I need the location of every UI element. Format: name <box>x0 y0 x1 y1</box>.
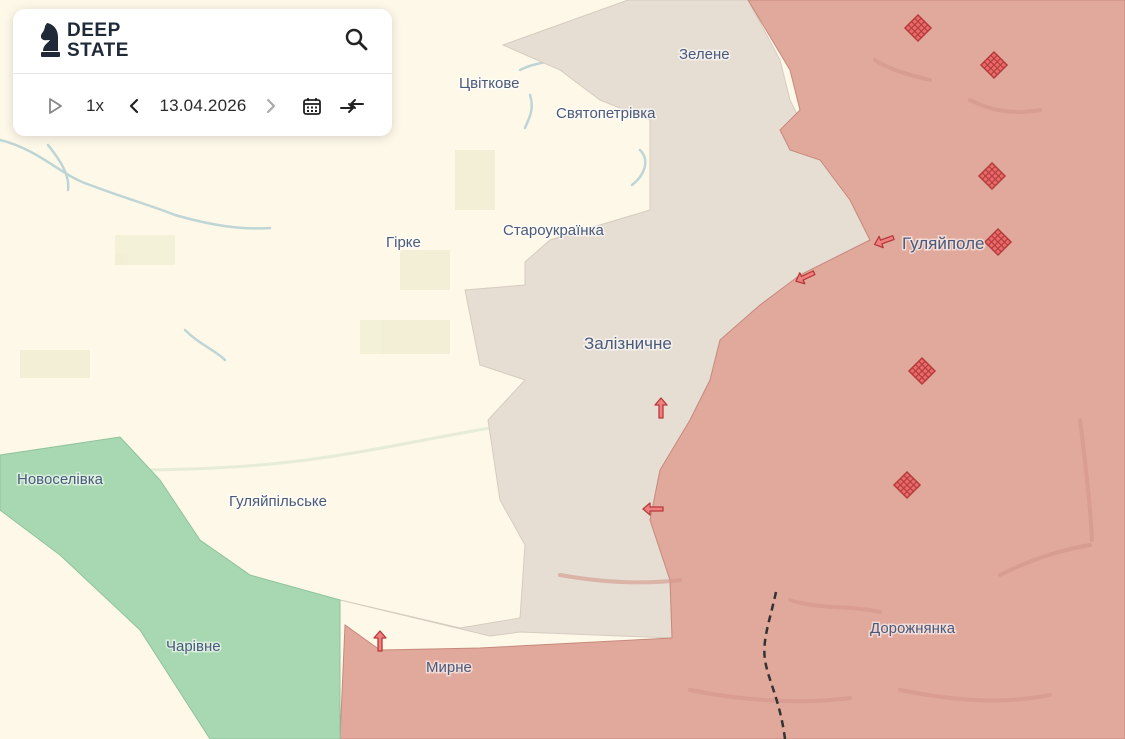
search-button[interactable] <box>344 27 370 53</box>
next-date-button[interactable] <box>261 89 281 123</box>
search-icon <box>345 28 368 51</box>
compare-button[interactable] <box>338 89 366 123</box>
prev-date-button[interactable] <box>124 89 144 123</box>
logo-text: DEEP STATE <box>67 21 129 61</box>
place-label: Гуляйполе <box>902 234 984 253</box>
place-label: Цвіткове <box>459 75 519 92</box>
place-label: Святопетрівка <box>556 105 656 122</box>
play-button[interactable] <box>43 89 67 123</box>
place-label: Староукраїнка <box>503 222 604 239</box>
place-label: Зелене <box>679 46 730 63</box>
play-icon <box>49 98 62 114</box>
logo-line1: DEEP <box>67 20 121 41</box>
speed-button[interactable]: 1x <box>83 89 107 123</box>
logo-line2: STATE <box>67 40 129 61</box>
place-label: Гірке <box>386 234 421 251</box>
place-label: Гуляйпільське <box>229 493 327 510</box>
timeline-controls: 1x 13.04.2026 <box>13 89 392 123</box>
chevron-left-icon <box>129 98 139 114</box>
chevron-right-icon <box>266 98 276 114</box>
date-display[interactable]: 13.04.2026 <box>156 89 250 123</box>
control-panel: DEEP STATE 1x 13.04.2026 <box>13 9 392 136</box>
place-label: Новоселівка <box>17 471 104 488</box>
logo[interactable]: DEEP STATE <box>39 19 129 63</box>
panel-divider <box>13 73 392 74</box>
place-label: Мирне <box>426 659 472 676</box>
place-label: Залізничне <box>584 334 672 353</box>
compare-arrows-icon <box>340 99 364 113</box>
knight-chess-icon <box>40 23 60 57</box>
place-label: Дорожнянка <box>870 620 956 637</box>
calendar-button[interactable] <box>300 89 324 123</box>
calendar-icon <box>303 98 321 115</box>
place-label: Чарівне <box>166 638 221 655</box>
